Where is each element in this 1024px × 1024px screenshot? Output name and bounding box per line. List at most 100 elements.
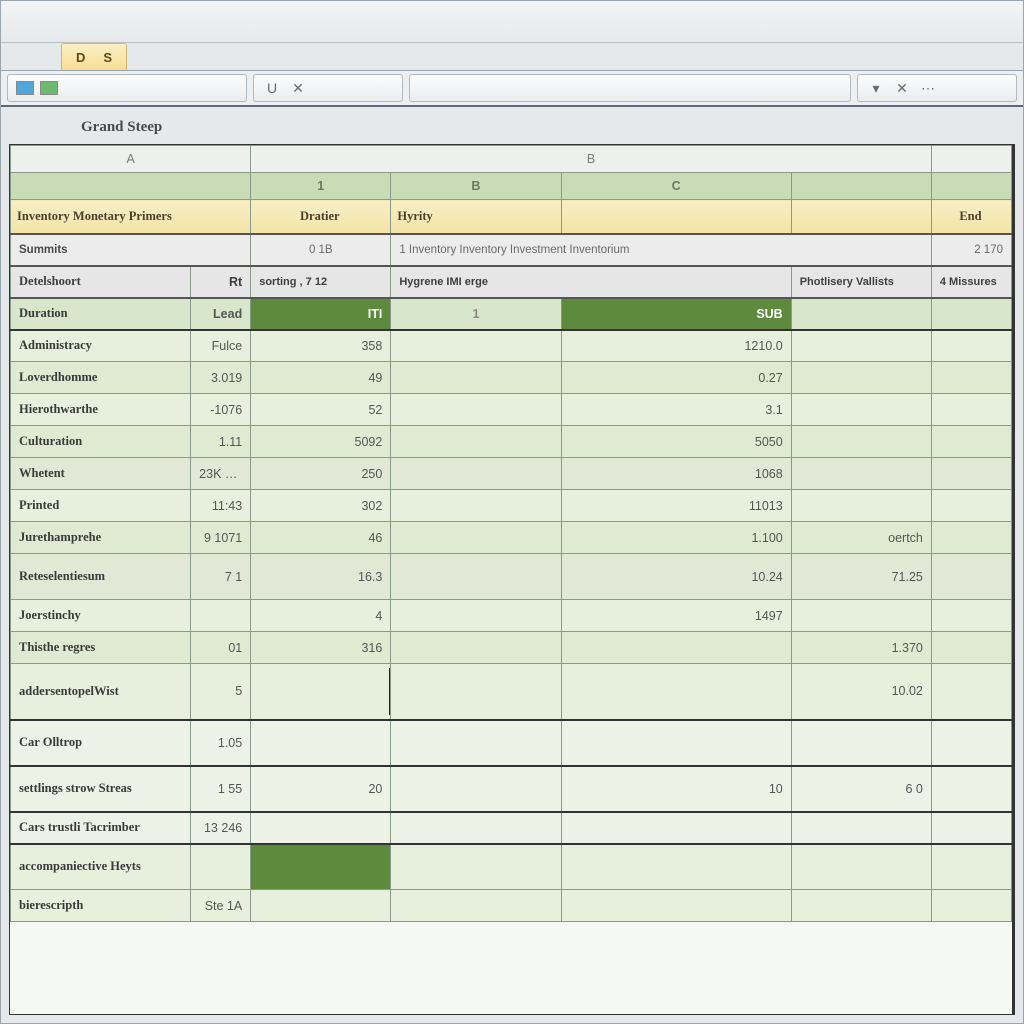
row-value[interactable] [931, 632, 1011, 664]
row-value[interactable] [561, 812, 791, 844]
row-code[interactable]: 23K 103 [191, 458, 251, 490]
row-value[interactable] [791, 812, 931, 844]
row-value[interactable] [931, 812, 1011, 844]
row-value[interactable]: 1497 [561, 600, 791, 632]
row-value[interactable] [391, 522, 561, 554]
row-value[interactable] [251, 890, 391, 922]
row-value[interactable] [561, 720, 791, 766]
table-row[interactable]: Hierothwarthe-1076523.1 [11, 394, 1012, 426]
row-value[interactable] [931, 844, 1011, 890]
row-value[interactable]: 46 [251, 522, 391, 554]
row-value[interactable]: SUB [561, 298, 791, 330]
row-value[interactable] [391, 720, 561, 766]
row-value[interactable]: 10.24 [561, 554, 791, 600]
row-label[interactable]: Duration [11, 298, 191, 330]
col-letter[interactable]: A [11, 146, 251, 173]
row-label[interactable]: Administracy [11, 330, 191, 362]
row-value[interactable]: 10.02 [791, 664, 931, 720]
row-value[interactable] [791, 890, 931, 922]
col-sub[interactable]: 1 [251, 173, 391, 200]
row-value[interactable] [791, 426, 931, 458]
row-value[interactable]: 4 [251, 600, 391, 632]
table-row[interactable]: Culturation1.1150925050 [11, 426, 1012, 458]
row-value[interactable] [391, 844, 561, 890]
row-code[interactable]: 9 1071 [191, 522, 251, 554]
row-label[interactable]: Loverdhomme [11, 362, 191, 394]
row-value[interactable] [931, 394, 1011, 426]
row-code[interactable]: 3.019 [191, 362, 251, 394]
col-sub-blank[interactable] [791, 173, 931, 200]
row-code[interactable] [191, 844, 251, 890]
row-value[interactable]: 358 [251, 330, 391, 362]
row-value[interactable]: 1068 [561, 458, 791, 490]
table-row[interactable]: DurationLeadITI1SUB [11, 298, 1012, 330]
row-code[interactable]: Lead [191, 298, 251, 330]
row-value[interactable]: 3.1 [561, 394, 791, 426]
table-row[interactable]: Joerstinchy 4 1497 [11, 600, 1012, 632]
row-value[interactable]: 52 [251, 394, 391, 426]
table-row[interactable]: AdministracyFulce3581210.0 [11, 330, 1012, 362]
table-row[interactable]: Reteselentiesum7 116.310.2471.25 [11, 554, 1012, 600]
table-row[interactable]: Jurethamprehe9 1071461.100oertch [11, 522, 1012, 554]
row-value[interactable] [931, 720, 1011, 766]
row-value[interactable]: 16.3 [251, 554, 391, 600]
color-swatch-green[interactable] [40, 81, 58, 95]
row-value[interactable] [391, 664, 561, 720]
col-sub[interactable]: B [391, 173, 561, 200]
row-code[interactable]: 01 [191, 632, 251, 664]
row-value[interactable] [791, 298, 931, 330]
row-value[interactable] [931, 600, 1011, 632]
row-label[interactable]: accompaniective Heyts [11, 844, 191, 890]
row-value[interactable]: 6 0 [791, 766, 931, 812]
row-value[interactable] [931, 490, 1011, 522]
row-value[interactable] [391, 394, 561, 426]
col-sub[interactable]: C [561, 173, 791, 200]
row-value[interactable] [391, 426, 561, 458]
row-value[interactable] [931, 426, 1011, 458]
spreadsheet-grid[interactable]: A B 1 B C Inventory Monetary Primers Dra… [9, 144, 1015, 1015]
row-value[interactable] [391, 362, 561, 394]
row-code[interactable]: 11:43 [191, 490, 251, 522]
row-value[interactable]: 250 [251, 458, 391, 490]
row-value[interactable]: 10 [561, 766, 791, 812]
row-label[interactable]: Joerstinchy [11, 600, 191, 632]
row-value[interactable]: 1.100 [561, 522, 791, 554]
row-code[interactable] [191, 600, 251, 632]
row-value[interactable] [791, 844, 931, 890]
row-value[interactable]: 11013 [561, 490, 791, 522]
table-row[interactable]: Car Olltrop1.05 [11, 720, 1012, 766]
row-value[interactable] [931, 766, 1011, 812]
row-value[interactable] [931, 890, 1011, 922]
close-icon[interactable]: ✕ [892, 78, 912, 98]
row-value[interactable] [561, 632, 791, 664]
row-code[interactable]: 7 1 [191, 554, 251, 600]
row-value[interactable] [931, 362, 1011, 394]
row-label[interactable]: Hierothwarthe [11, 394, 191, 426]
row-value[interactable]: 5092 [251, 426, 391, 458]
row-value[interactable] [791, 600, 931, 632]
row-label[interactable]: addersentopelWist [11, 664, 191, 720]
row-code[interactable]: 5 [191, 664, 251, 720]
col-sub-blank[interactable] [11, 173, 251, 200]
row-value[interactable]: 5050 [561, 426, 791, 458]
table-row[interactable]: Whetent23K 103250 1068 [11, 458, 1012, 490]
row-value[interactable]: 0.27 [561, 362, 791, 394]
row-label[interactable]: Car Olltrop [11, 720, 191, 766]
col-letter[interactable]: B [251, 146, 932, 173]
row-value[interactable]: 302 [251, 490, 391, 522]
row-value[interactable] [931, 458, 1011, 490]
row-value[interactable]: 20 [251, 766, 391, 812]
row-value[interactable] [791, 394, 931, 426]
row-value[interactable] [791, 720, 931, 766]
row-code[interactable]: 1 55 [191, 766, 251, 812]
row-label[interactable]: Culturation [11, 426, 191, 458]
ribbon-tab-d[interactable]: D S [61, 43, 127, 70]
table-row[interactable]: Printed11:43302 11013 [11, 490, 1012, 522]
row-label[interactable]: Printed [11, 490, 191, 522]
table-row[interactable]: accompaniective Heyts [11, 844, 1012, 890]
col-letter-blank[interactable] [931, 146, 1011, 173]
row-value[interactable] [391, 812, 561, 844]
row-value[interactable] [391, 632, 561, 664]
row-label[interactable]: Whetent [11, 458, 191, 490]
row-value[interactable]: 1 [391, 298, 561, 330]
